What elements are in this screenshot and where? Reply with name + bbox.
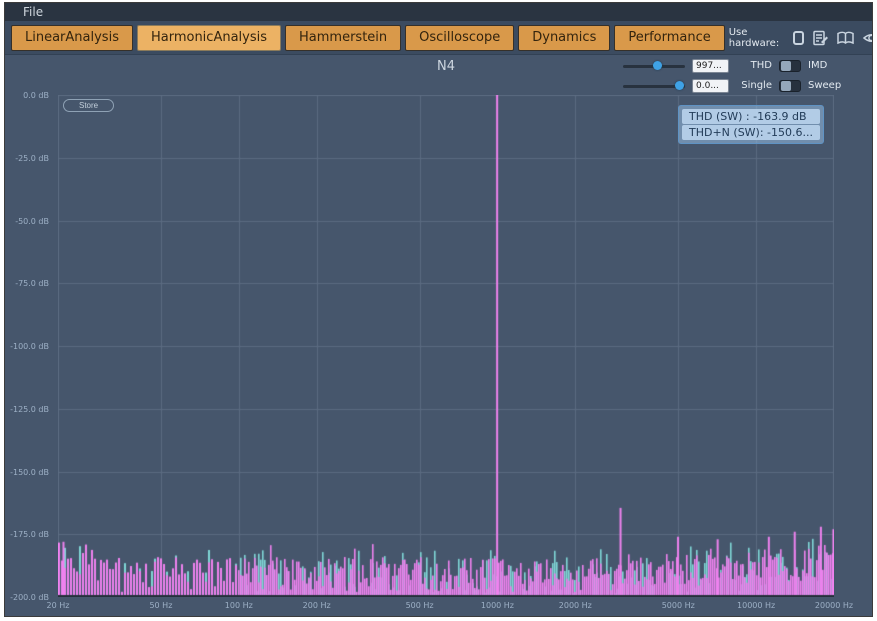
y-axis-tick-label: -150.0 dB <box>10 467 49 477</box>
y-axis-tick-label: -25.0 dB <box>15 153 49 163</box>
x-axis-tick-label: 20000 Hz <box>814 601 854 610</box>
edit-notes-icon[interactable] <box>811 28 829 47</box>
use-hardware-checkbox[interactable] <box>792 30 805 45</box>
toggle-knob <box>781 80 791 91</box>
hardware-toolbar: Use hardware: <box>728 26 872 49</box>
x-axis-tick-label: 500 Hz <box>405 601 434 610</box>
thd-readout-box: THD (SW) : -163.9 dB THD+N (SW): -150.6.… <box>678 105 824 144</box>
analysis-controls: 997... THD IMD 0.0... Single Sweep <box>623 57 846 97</box>
tab-harmonic-analysis[interactable]: HarmonicAnalysis <box>136 24 282 51</box>
x-axis-labels: 20 Hz 50 Hz 100 Hz 200 Hz 500 Hz 1000 Hz 2000 … <box>47 601 854 613</box>
screen: File LinearAnalysis HarmonicAnalysis Ham… <box>0 0 877 621</box>
book-icon[interactable] <box>836 28 855 47</box>
single-label: Single <box>741 80 772 91</box>
tab-hammerstein[interactable]: Hammerstein <box>285 24 402 51</box>
tab-linear-analysis[interactable]: LinearAnalysis <box>11 24 133 51</box>
tab-dynamics[interactable]: Dynamics <box>518 24 611 51</box>
single-sweep-toggle[interactable] <box>779 79 801 92</box>
x-axis-tick-label: 50 Hz <box>149 601 173 610</box>
y-axis-tick-label: 0.0 dB <box>23 91 49 100</box>
thd-imd-toggle[interactable] <box>779 59 801 72</box>
sweep-label: Sweep <box>808 80 842 91</box>
spectrum-plot <box>58 95 834 597</box>
toggle-knob <box>781 60 791 71</box>
x-axis-tick-label: 10000 Hz <box>737 601 776 610</box>
y-axis-tick-label: -75.0 dB <box>15 279 49 289</box>
slider-thumb[interactable] <box>675 80 684 90</box>
file-menu[interactable]: File <box>5 5 43 19</box>
y-axis-tick-label: -125.0 dB <box>10 404 49 414</box>
eye-icon[interactable] <box>862 28 872 47</box>
frequency-slider[interactable] <box>623 60 685 72</box>
thdn-readout-line: THD+N (SW): -150.6... <box>682 125 820 140</box>
y-axis-labels: 0.0 dB -25.0 dB -50.0 dB -75.0 dB -100.0 dB -… <box>5 91 54 607</box>
thd-readout-line: THD (SW) : -163.9 dB <box>682 109 820 124</box>
level-control-row: 0.0... Single Sweep <box>623 77 846 94</box>
y-axis-tick-label: -100.0 dB <box>10 342 49 351</box>
x-axis-tick-label: 200 Hz <box>302 601 331 610</box>
level-value-box[interactable]: 0.0... <box>692 78 729 93</box>
store-button[interactable]: Store <box>63 99 115 112</box>
y-axis-tick-label: -175.0 dB <box>10 530 49 540</box>
app-window: File LinearAnalysis HarmonicAnalysis Ham… <box>4 2 873 617</box>
x-axis-tick-label: 2000 Hz <box>558 601 592 610</box>
slider-thumb[interactable] <box>653 60 662 70</box>
x-axis-tick-label: 5000 Hz <box>661 601 695 610</box>
x-axis-tick-label: 1000 Hz <box>480 601 515 610</box>
x-axis-tick-label: 100 Hz <box>224 601 253 610</box>
x-axis-tick-label: 20 Hz <box>46 601 70 610</box>
frequency-control-row: 997... THD IMD <box>623 57 846 74</box>
tab-performance[interactable]: Performance <box>614 24 725 51</box>
main-content: N4 997... THD IMD 0.0... Single Sweep 0.… <box>5 55 872 616</box>
frequency-value-box[interactable]: 997... <box>692 58 729 73</box>
level-slider[interactable] <box>623 80 685 92</box>
use-hardware-label: Use hardware: <box>728 26 780 49</box>
title-bar: File <box>5 3 872 21</box>
tab-oscilloscope[interactable]: Oscilloscope <box>405 24 515 51</box>
thd-label: THD <box>750 60 772 71</box>
y-axis-tick-label: -50.0 dB <box>15 216 49 226</box>
imd-label: IMD <box>808 60 828 71</box>
tab-bar: LinearAnalysis HarmonicAnalysis Hammerst… <box>5 21 872 55</box>
